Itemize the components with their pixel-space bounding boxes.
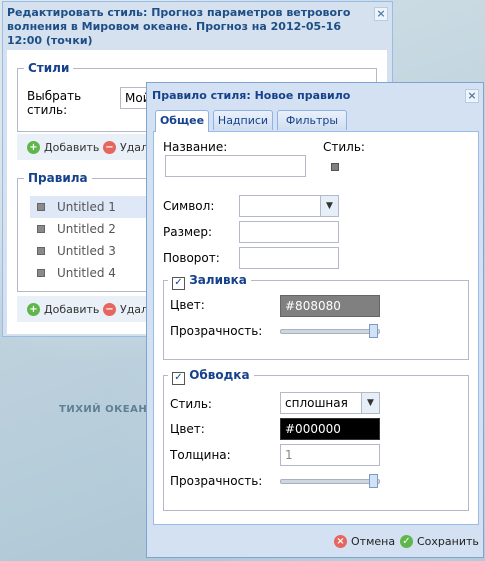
styles-legend: Стили <box>24 61 74 75</box>
name-label: Название: <box>163 140 228 154</box>
rule-symbol-icon <box>37 225 45 233</box>
stroke-opacity-label: Прозрачность: <box>170 474 263 488</box>
slider-thumb[interactable] <box>369 474 378 488</box>
fill-opacity-label: Прозрачность: <box>170 324 263 338</box>
slider-track <box>280 479 380 484</box>
add-icon: + <box>27 140 40 154</box>
map-ocean-label: ТИХИЙ ОКЕАН <box>59 404 148 415</box>
stroke-legend: ✓ Обводка <box>168 368 254 385</box>
cancel-button[interactable]: × Отмена <box>334 535 395 548</box>
delete-icon: − <box>103 140 116 154</box>
add-icon: + <box>27 302 40 316</box>
stroke-color-label: Цвет: <box>170 422 205 436</box>
slider-thumb[interactable] <box>369 324 378 338</box>
cancel-label: Отмена <box>351 535 396 548</box>
fill-checkbox[interactable]: ✓ <box>172 277 185 290</box>
rotation-label: Поворот: <box>163 251 220 265</box>
add-rule-button[interactable]: + Добавить <box>27 300 99 318</box>
stroke-style-value: сплошная <box>285 396 348 410</box>
tab-filters[interactable]: Фильтры <box>277 110 347 130</box>
style-rule-window-title: Правило стиля: Новое правило <box>152 89 351 102</box>
rule-label: Untitled 3 <box>57 244 116 258</box>
stroke-style-combo[interactable]: сплошная ▼ <box>280 392 380 414</box>
chevron-down-icon[interactable]: ▼ <box>361 393 379 413</box>
stroke-style-label: Стиль: <box>170 397 212 411</box>
fill-legend: ✓ Заливка <box>168 273 251 290</box>
edit-style-window-title: Редактировать стиль: Прогноз параметров … <box>7 6 351 47</box>
rule-list-item[interactable]: Untitled 3 <box>30 240 160 262</box>
rule-symbol-icon <box>37 247 45 255</box>
style-rule-window: Правило стиля: Новое правило × Общее Над… <box>146 82 484 558</box>
rules-legend: Правила <box>24 171 92 185</box>
add-style-button[interactable]: + Добавить <box>27 138 99 156</box>
chevron-down-icon[interactable]: ▼ <box>320 196 338 216</box>
size-label: Размер: <box>163 225 213 239</box>
rule-label: Untitled 1 <box>57 200 116 214</box>
stroke-checkbox[interactable]: ✓ <box>172 372 185 385</box>
stroke-width-input[interactable]: 1 <box>280 444 380 466</box>
fill-legend-label: Заливка <box>189 273 247 287</box>
slider-track <box>280 329 380 334</box>
style-preview-label: Стиль: <box>323 140 365 154</box>
save-label: Сохранить <box>417 535 479 548</box>
rule-list-item[interactable]: Untitled 2 <box>30 218 160 240</box>
cancel-icon: × <box>334 535 347 548</box>
size-input[interactable] <box>239 221 339 243</box>
add-rule-label: Добавить <box>44 302 100 316</box>
select-style-label: Выбрать стиль: <box>27 89 82 117</box>
close-icon[interactable]: × <box>374 7 388 21</box>
close-icon[interactable]: × <box>465 89 479 103</box>
rule-list-item[interactable]: Untitled 1 <box>30 196 160 218</box>
symbol-combo[interactable]: ▼ <box>239 195 339 217</box>
delete-icon: − <box>103 302 116 316</box>
fill-color-field[interactable]: #808080 <box>280 295 380 317</box>
style-preview-swatch <box>331 163 339 171</box>
stroke-opacity-slider[interactable] <box>280 474 380 488</box>
fill-opacity-slider[interactable] <box>280 324 380 338</box>
add-style-label: Добавить <box>44 140 100 154</box>
fill-color-label: Цвет: <box>170 298 205 312</box>
save-button[interactable]: ✓ Сохранить <box>400 535 479 548</box>
stroke-legend-label: Обводка <box>189 368 250 382</box>
stroke-width-label: Толщина: <box>170 448 231 462</box>
tab-strip: Общее Надписи Фильтры <box>153 110 479 132</box>
tab-labels[interactable]: Надписи <box>213 110 273 130</box>
general-panel: Название: Стиль: Символ: ▼ Размер: Повор… <box>153 132 479 525</box>
rule-list-item[interactable]: Untitled 4 <box>30 262 160 284</box>
rule-label: Untitled 4 <box>57 266 116 280</box>
rule-label: Untitled 2 <box>57 222 116 236</box>
rotation-input[interactable] <box>239 247 339 269</box>
rule-symbol-icon <box>37 203 45 211</box>
rule-symbol-icon <box>37 269 45 277</box>
stroke-fieldset: ✓ Обводка Стиль: сплошная ▼ Цвет: #00000… <box>163 368 469 511</box>
name-input[interactable] <box>165 155 306 177</box>
symbol-label: Символ: <box>163 199 215 213</box>
tab-general[interactable]: Общее <box>155 110 209 132</box>
fill-fieldset: ✓ Заливка Цвет: #808080 Прозрачность: <box>163 273 469 360</box>
dialog-footer: × Отмена ✓ Сохранить <box>147 527 483 557</box>
stroke-color-field[interactable]: #000000 <box>280 418 380 440</box>
check-icon: ✓ <box>400 535 413 548</box>
